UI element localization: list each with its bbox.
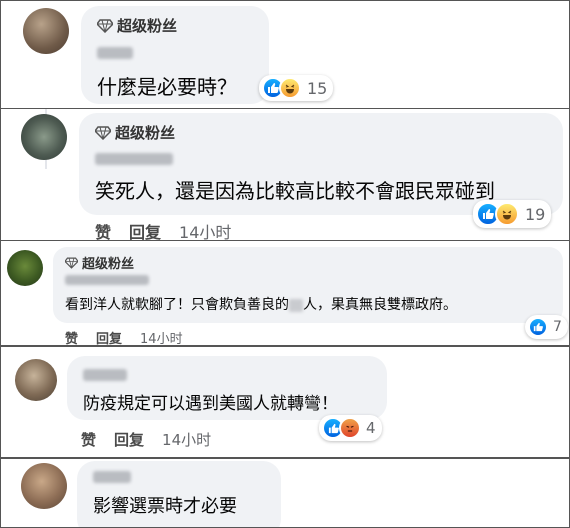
fan-badge-label: 超级粉丝 xyxy=(115,124,176,142)
reaction-count: 15 xyxy=(307,78,328,98)
comment-panel-5: 影響選票時才必要 xyxy=(0,458,570,528)
reaction-count: 19 xyxy=(525,204,546,224)
author-name-redacted[interactable] xyxy=(95,153,173,165)
haha-reaction-icon xyxy=(279,77,301,99)
avatar[interactable] xyxy=(21,463,67,509)
reply-button[interactable]: 回复 xyxy=(114,429,144,450)
comment-actions: 赞 回复 14小时 xyxy=(81,429,229,450)
like-button[interactable]: 赞 xyxy=(65,328,78,345)
comment-timestamp[interactable]: 14小时 xyxy=(162,429,211,450)
avatar[interactable] xyxy=(15,359,57,401)
reaction-summary[interactable]: 4 xyxy=(319,415,382,441)
diamond-icon xyxy=(97,18,113,33)
author-name-redacted[interactable] xyxy=(83,369,127,381)
comment-panel-2: 超级粉丝 笑死人，還是因為比較高比較不會跟民眾碰到 赞 回复 14小时 19 xyxy=(0,108,570,243)
comment-text: 看到洋人就軟腳了！只會欺負善良的 人，果真無良雙標政府。 xyxy=(65,294,457,314)
diamond-icon xyxy=(95,125,111,140)
comment-text: 影響選票時才必要 xyxy=(93,496,237,517)
comment-actions: 赞 回复 14小时 xyxy=(65,328,201,345)
reaction-count: 7 xyxy=(553,319,562,335)
comment-timestamp[interactable]: 14小时 xyxy=(140,328,183,345)
comment-text-part-1: 看到洋人就軟腳了！只會欺負善良的 xyxy=(65,297,289,313)
reaction-summary[interactable]: 15 xyxy=(259,75,334,101)
like-button[interactable]: 赞 xyxy=(81,429,96,450)
angry-reaction-icon xyxy=(339,417,361,439)
reaction-summary[interactable]: 7 xyxy=(525,315,568,339)
comment-text-part-2: 人，果真無良雙標政府。 xyxy=(303,297,457,313)
author-name-redacted[interactable] xyxy=(97,47,133,59)
author-name-redacted[interactable] xyxy=(93,471,131,483)
comment-panel-4: 防疫規定可以遇到美國人就轉彎！ 赞 回复 14小时 4 xyxy=(0,346,570,458)
comment-panel-3: 超级粉丝 看到洋人就軟腳了！只會欺負善良的 人，果真無良雙標政府。 赞 回复 14… xyxy=(0,240,570,346)
like-reaction-icon xyxy=(528,317,548,337)
fan-badge-label: 超级粉丝 xyxy=(117,17,178,35)
avatar[interactable] xyxy=(21,114,67,160)
reply-button[interactable]: 回复 xyxy=(96,328,122,345)
avatar[interactable] xyxy=(23,8,69,54)
redacted-word xyxy=(289,298,303,312)
fan-badge: 超级粉丝 xyxy=(65,253,134,272)
reaction-summary[interactable]: 19 xyxy=(473,200,552,228)
fan-badge-label: 超级粉丝 xyxy=(82,257,135,272)
comment-panel-1: 超级粉丝 什麼是必要時？ 15 xyxy=(0,0,570,110)
diamond-icon xyxy=(65,257,78,269)
haha-reaction-icon xyxy=(495,202,519,226)
fan-badge: 超级粉丝 xyxy=(97,15,177,36)
avatar[interactable] xyxy=(7,250,43,286)
comment-text: 什麼是必要時？ xyxy=(97,75,237,99)
comment-text: 笑死人，還是因為比較高比較不會跟民眾碰到 xyxy=(95,179,495,203)
fan-badge: 超级粉丝 xyxy=(95,122,175,143)
author-name-redacted[interactable] xyxy=(65,275,149,285)
reaction-count: 4 xyxy=(366,419,376,437)
comment-text: 防疫規定可以遇到美國人就轉彎！ xyxy=(83,394,338,414)
